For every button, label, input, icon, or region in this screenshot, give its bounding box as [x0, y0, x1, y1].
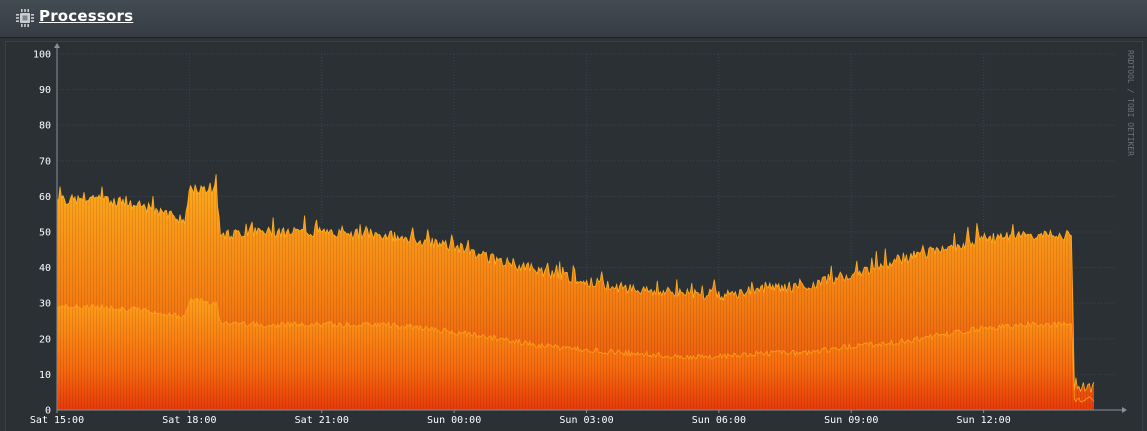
y-tick-label: 20	[39, 334, 51, 345]
x-axis-arrow-icon	[1122, 407, 1127, 413]
x-tick-label: Sat 15:00	[30, 415, 84, 426]
y-tick-label: 60	[39, 192, 51, 203]
x-tick-label: Sun 00:00	[427, 415, 481, 426]
rrdtool-watermark: RRDTOOL / TOBI OETIKER	[1126, 50, 1135, 156]
y-tick-label: 70	[39, 156, 51, 167]
y-tick-label: 10	[39, 370, 51, 381]
x-tick-label: Sat 21:00	[295, 415, 349, 426]
cpu-usage-chart: 0102030405060708090100Sat 15:00 Sat 18:00…	[30, 43, 1135, 426]
page-title[interactable]: Processors	[39, 7, 133, 25]
x-tick-label: Sat 18:00	[162, 415, 216, 426]
y-tick-label: 40	[39, 263, 51, 274]
panel-header: Processors	[0, 0, 1147, 38]
x-tick-label: Sun 06:00	[692, 415, 746, 426]
x-tick-label: Sun 09:00	[824, 415, 878, 426]
y-axis-arrow-icon	[54, 43, 60, 48]
x-tick-label: Sun 12:00	[957, 415, 1011, 426]
chart-panel: 0 10 20 30 40 50 60 70 80 90 100 Sat 15:00 Sat 18:00…	[5, 41, 1143, 431]
y-tick-label: 90	[39, 85, 51, 96]
y-tick-label: 80	[39, 121, 51, 132]
cpu-chip-icon	[16, 9, 34, 27]
y-tick-label: 100	[33, 50, 51, 61]
x-tick-label: Sun 03:00	[559, 415, 613, 426]
y-tick-label: 50	[39, 228, 51, 239]
y-tick-label: 30	[39, 299, 51, 310]
